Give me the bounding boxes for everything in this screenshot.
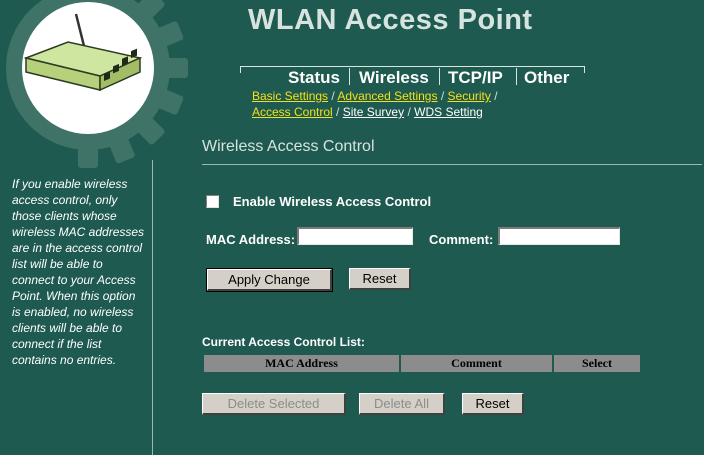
delete-selected-button[interactable]: Delete Selected xyxy=(202,393,346,415)
help-text: If you enable wireless access control, o… xyxy=(12,177,145,367)
link-separator: / xyxy=(331,89,335,103)
list-title: Current Access Control List: xyxy=(202,335,365,349)
apply-change-button[interactable]: Apply Change xyxy=(206,268,333,292)
tab-divider xyxy=(439,68,440,85)
sidebar-divider xyxy=(152,160,153,455)
comment-input[interactable] xyxy=(498,227,620,245)
delete-all-button[interactable]: Delete All xyxy=(359,393,445,415)
tab-other[interactable]: Other xyxy=(524,68,569,88)
reset-button[interactable]: Reset xyxy=(349,268,411,290)
link-security[interactable]: Security xyxy=(448,89,491,103)
mac-address-input[interactable] xyxy=(297,227,413,245)
title-divider xyxy=(202,164,702,165)
link-wds-setting[interactable]: WDS Setting xyxy=(414,105,483,119)
gear-icon xyxy=(6,0,188,168)
link-site-survey[interactable]: Site Survey xyxy=(343,105,404,119)
app-title: WLAN Access Point xyxy=(248,4,533,36)
tab-wireless[interactable]: Wireless xyxy=(359,68,429,88)
tab-status[interactable]: Status xyxy=(288,68,340,88)
tab-divider xyxy=(516,68,517,85)
link-basic-settings[interactable]: Basic Settings xyxy=(252,89,328,103)
tab-tcpip[interactable]: TCP/IP xyxy=(448,68,503,88)
mac-address-label: MAC Address: xyxy=(206,232,296,247)
list-reset-button[interactable]: Reset xyxy=(462,393,524,415)
link-access-control[interactable]: Access Control xyxy=(252,105,333,119)
link-separator: / xyxy=(494,89,498,103)
tab-divider xyxy=(349,68,350,85)
main-nav: Status Wireless TCP/IP Other xyxy=(240,66,585,88)
link-separator: / xyxy=(440,89,445,103)
column-header-comment: Comment xyxy=(401,355,552,372)
link-separator: / xyxy=(407,105,411,119)
comment-label: Comment: xyxy=(429,232,494,247)
column-header-mac: MAC Address xyxy=(204,355,399,372)
column-header-select: Select xyxy=(554,355,640,372)
page-title: Wireless Access Control xyxy=(202,138,375,155)
link-separator: / xyxy=(336,105,340,119)
link-advanced-settings[interactable]: Advanced Settings xyxy=(337,89,437,103)
enable-access-control-checkbox[interactable] xyxy=(206,195,219,208)
sub-nav: Basic Settings / Advanced Settings / Sec… xyxy=(252,88,498,120)
enable-access-control-label: Enable Wireless Access Control xyxy=(233,194,432,209)
